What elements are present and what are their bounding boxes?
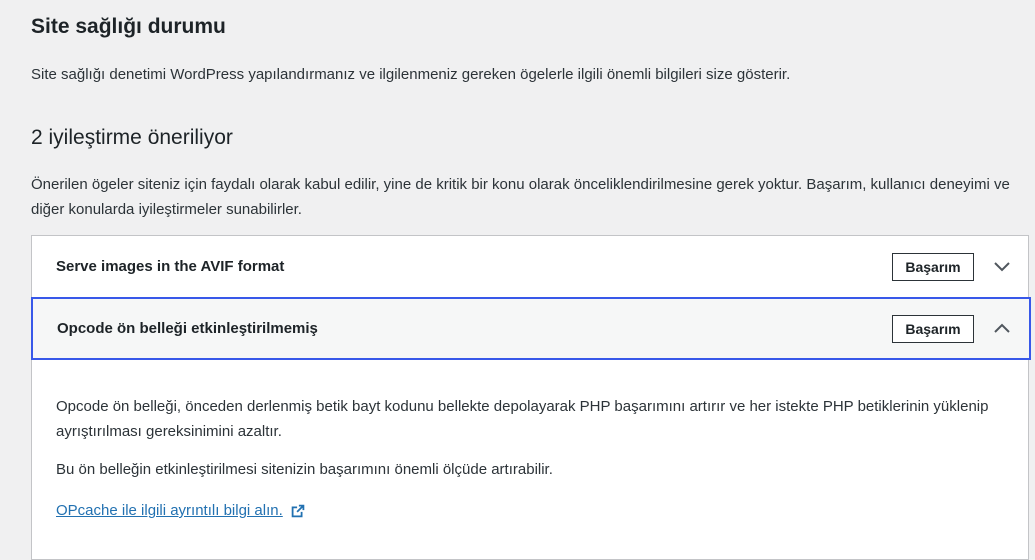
category-badge: Başarım — [892, 252, 974, 281]
external-link-icon — [291, 504, 305, 517]
recommendations-accordion: Serve images in the AVIF format Başarım … — [31, 235, 1031, 560]
accordion-item-avif[interactable]: Serve images in the AVIF format Başarım — [31, 235, 1031, 299]
category-badge: Başarım — [892, 314, 974, 343]
chevron-up-icon[interactable] — [990, 317, 1014, 341]
chevron-down-icon[interactable] — [990, 255, 1014, 279]
accordion-item-title: Serve images in the AVIF format — [56, 258, 285, 275]
page-title: Site sağlığı durumu — [31, 15, 226, 38]
accordion-item-opcode[interactable]: Opcode ön belleği etkinleştirilmemiş Baş… — [31, 297, 1031, 360]
section-title: 2 iyileştirme öneriliyor — [31, 126, 233, 149]
opcache-info-link[interactable]: OPcache ile ilgili ayrıntılı bilgi alın. — [56, 500, 307, 521]
section-description: Önerilen ögeler siteniz için faydalı ola… — [31, 176, 1010, 218]
panel-paragraph: Opcode ön belleği, önceden derlenmiş bet… — [56, 398, 989, 440]
accordion-item-title: Opcode ön belleği etkinleştirilmemiş — [57, 320, 318, 337]
link-text: OPcache ile ilgili ayrıntılı bilgi alın. — [56, 502, 283, 519]
page-description: Site sağlığı denetimi WordPress yapıland… — [31, 66, 791, 83]
panel-paragraph: Bu ön belleğin etkinleştirilmesi siteniz… — [56, 461, 553, 478]
